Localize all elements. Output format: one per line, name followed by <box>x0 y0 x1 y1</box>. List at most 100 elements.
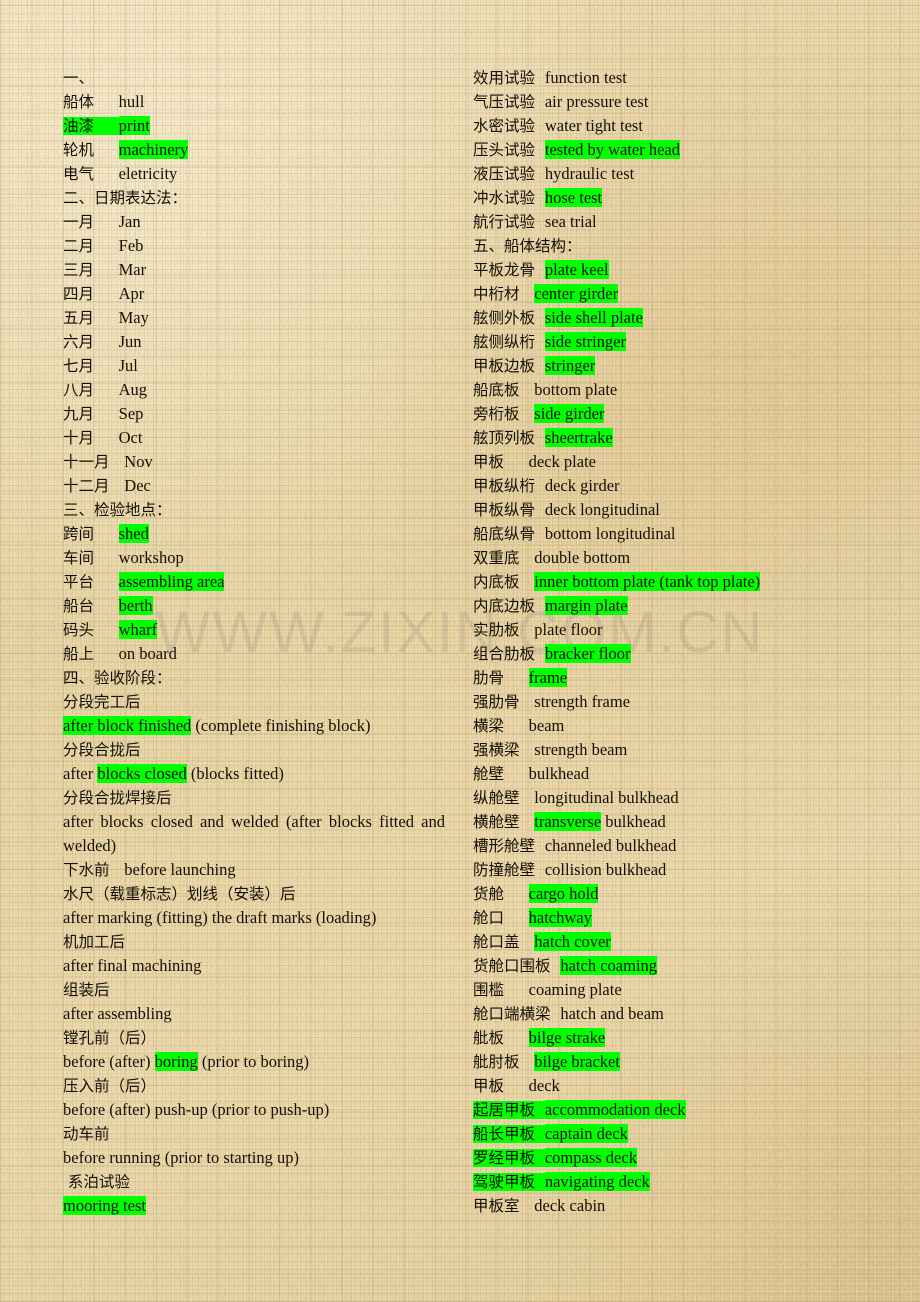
glossary-entry: 机加工后 <box>63 930 445 954</box>
glossary-entry: 船台 berth <box>63 594 445 618</box>
glossary-entry: 围槛 coaming plate <box>473 978 873 1002</box>
glossary-entry: after block finished (complete finishing… <box>63 714 445 738</box>
term-english: on board <box>118 644 177 663</box>
term-english-tail: bulkhead <box>601 812 666 831</box>
term-chinese: 双重底 <box>473 549 535 567</box>
glossary-column-right: 效用试验 function test 气压试验 air pressure test… <box>473 66 873 1218</box>
glossary-entry: 组合肋板 bracker floor <box>473 642 873 666</box>
term-english: captain deck <box>544 1124 628 1143</box>
term-chinese: 分段完工后 <box>63 693 141 711</box>
term-english: deck longitudinal <box>544 500 660 519</box>
term-english: side shell plate <box>544 308 643 327</box>
term-english-highlighted: transverse <box>534 812 602 831</box>
glossary-entry: 二月 Feb <box>63 234 445 258</box>
glossary-entry: 七月 Jul <box>63 354 445 378</box>
glossary-entry: mooring test <box>63 1194 445 1218</box>
term-english: Feb <box>118 236 144 255</box>
term-english: after blocks closed and welded (after bl… <box>63 812 445 855</box>
term-chinese: 纵舱壁 <box>473 789 535 807</box>
term-english: deck girder <box>544 476 620 495</box>
term-chinese: 三、检验地点： <box>63 501 172 519</box>
glossary-entry: 水尺（载重标志）划线（安装）后 <box>63 882 445 906</box>
glossary-entry: 甲板 deck <box>473 1074 873 1098</box>
glossary-entry: 八月 Aug <box>63 378 445 402</box>
term-chinese: 六月 <box>63 333 119 351</box>
term-chinese: 强肋骨 <box>473 693 535 711</box>
glossary-entry: 船体 hull <box>63 90 445 114</box>
glossary-entry: 强横梁 strength beam <box>473 738 873 762</box>
term-chinese: 电气 <box>63 165 119 183</box>
glossary-entry: 气压试验 air pressure test <box>473 90 873 114</box>
term-chinese: 冲水试验 <box>473 189 545 207</box>
term-english: function test <box>544 68 627 87</box>
term-english: water tight test <box>544 116 643 135</box>
glossary-entry: 驾驶甲板 navigating deck <box>473 1170 873 1194</box>
glossary-entry: 十二月 Dec <box>63 474 445 498</box>
term-chinese: 实肋板 <box>473 621 535 639</box>
glossary-entry: 压头试验 tested by water head <box>473 138 873 162</box>
term-english-tail: (prior to boring) <box>197 1052 310 1071</box>
glossary-entry: after blocks closed (blocks fitted) <box>63 762 445 786</box>
glossary-entry: 分段合拢焊接后 <box>63 786 445 810</box>
glossary-entry: 十月 Oct <box>63 426 445 450</box>
glossary-entry: 九月 Sep <box>63 402 445 426</box>
glossary-entry: 效用试验 function test <box>473 66 873 90</box>
term-english: plate floor <box>534 620 603 639</box>
term-chinese: 槽形舱壁 <box>473 837 545 855</box>
glossary-entry: 五月 May <box>63 306 445 330</box>
glossary-entry: 舱壁 bulkhead <box>473 762 873 786</box>
term-english: after assembling <box>63 1004 172 1023</box>
term-chinese: 轮机 <box>63 141 119 159</box>
term-english-highlighted: boring <box>154 1052 198 1071</box>
term-chinese: 船长甲板 <box>473 1125 545 1143</box>
term-english: shed <box>118 524 149 543</box>
glossary-entry: 强肋骨 strength frame <box>473 690 873 714</box>
term-english-highlighted: after block finished <box>63 716 192 735</box>
term-english: frame <box>528 668 568 687</box>
term-chinese: 三月 <box>63 261 119 279</box>
term-chinese: 甲板 <box>473 1077 529 1095</box>
term-english: bilge strake <box>528 1028 606 1047</box>
term-chinese: 跨间 <box>63 525 119 543</box>
glossary-entry: 电气 eletricity <box>63 162 445 186</box>
term-chinese: 舷顶列板 <box>473 429 545 447</box>
glossary-entry: 横梁 beam <box>473 714 873 738</box>
glossary-entry: 实肋板 plate floor <box>473 618 873 642</box>
term-chinese: 船上 <box>63 645 119 663</box>
glossary-entry: 码头 wharf <box>63 618 445 642</box>
term-english: Mar <box>118 260 147 279</box>
term-english: Jul <box>118 356 138 375</box>
term-chinese: 压头试验 <box>473 141 545 159</box>
glossary-entry: 下水前 before launching <box>63 858 445 882</box>
term-english: margin plate <box>544 596 628 615</box>
term-chinese: 围槛 <box>473 981 529 999</box>
glossary-entry: 槽形舱壁 channeled bulkhead <box>473 834 873 858</box>
term-chinese: 五月 <box>63 309 119 327</box>
term-chinese: 罗经甲板 <box>473 1149 545 1167</box>
term-english-tail: (blocks fitted) <box>186 764 284 783</box>
term-english: Aug <box>118 380 148 399</box>
term-english: bracker floor <box>544 644 631 663</box>
glossary-entry: 双重底 double bottom <box>473 546 873 570</box>
glossary-column-left: 一、 船体 hull 油漆 print 轮机 machinery 电气 eletrici… <box>63 66 445 1218</box>
glossary-entry: 纵舱壁 longitudinal bulkhead <box>473 786 873 810</box>
term-english: sheertrake <box>544 428 613 447</box>
term-chinese: 液压试验 <box>473 165 545 183</box>
term-english: eletricity <box>118 164 178 183</box>
glossary-entry: 舷顶列板 sheertrake <box>473 426 873 450</box>
term-chinese: 分段合拢后 <box>63 741 141 759</box>
term-english: hatch and beam <box>560 1004 664 1023</box>
term-chinese: 船底板 <box>473 381 535 399</box>
term-chinese: 舱口 <box>473 909 529 927</box>
glossary-entry: 分段合拢后 <box>63 738 445 762</box>
term-english: compass deck <box>544 1148 637 1167</box>
term-english: after final machining <box>63 956 202 975</box>
glossary-entry: 分段完工后 <box>63 690 445 714</box>
glossary-entry: 横舱壁 transverse bulkhead <box>473 810 873 834</box>
glossary-entry: 组装后 <box>63 978 445 1002</box>
term-chinese: 旁桁板 <box>473 405 535 423</box>
glossary-entry: 舷侧外板 side shell plate <box>473 306 873 330</box>
term-chinese: 八月 <box>63 381 119 399</box>
glossary-entry: 轮机 machinery <box>63 138 445 162</box>
term-english-tail: (complete finishing block) <box>191 716 371 735</box>
